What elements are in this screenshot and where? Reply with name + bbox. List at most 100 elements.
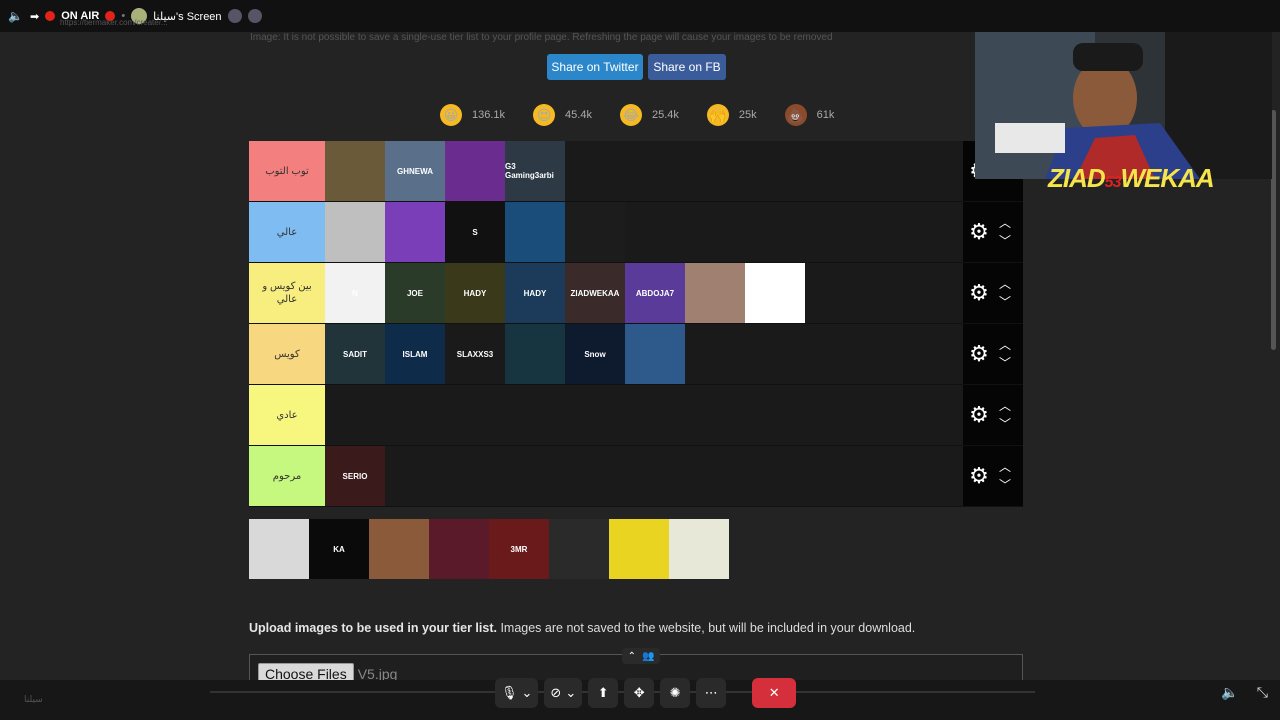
tier-label[interactable]: بين كويس و عالي: [249, 263, 325, 323]
tier-item-caption: N: [352, 288, 358, 298]
top-note: Image: It is not possible to save a sing…: [250, 32, 833, 43]
tier-items: GHNEWA G3 Gaming3arbi: [325, 141, 1023, 201]
gear-icon[interactable]: ⚙: [967, 220, 991, 244]
tier-item-image[interactable]: [325, 141, 385, 201]
activities-button[interactable]: ✥: [624, 678, 655, 708]
tier-item-image[interactable]: [565, 202, 625, 262]
tier-item-caption: ISLAM: [402, 349, 428, 359]
exit-fullscreen-icon[interactable]: ⤡: [1257, 684, 1268, 701]
reaction-0[interactable]: 😀 136.1k: [440, 104, 505, 126]
taskbar-label: سيلنا: [24, 694, 43, 704]
tier-item-image[interactable]: SLAXXS3: [445, 324, 505, 384]
tier-label[interactable]: عالي: [249, 202, 325, 262]
move-arrows: ︿﹀: [999, 461, 1011, 491]
reaction-4[interactable]: 💩 61k: [784, 104, 835, 126]
tier-items: SADIT ISLAM SLAXXS3 Snow: [325, 324, 1023, 384]
tier-item-image[interactable]: JOE: [385, 263, 445, 323]
tier-item-image[interactable]: [505, 202, 565, 262]
chevron-down-icon[interactable]: ﹀: [999, 296, 1011, 308]
chevron-down-icon[interactable]: ﹀: [999, 479, 1011, 491]
tier-item-image[interactable]: N: [325, 263, 385, 323]
chevron-down-icon[interactable]: ﹀: [999, 235, 1011, 247]
tier-item-image[interactable]: [249, 519, 309, 579]
tier-controls: ⚙︿﹀: [963, 263, 1023, 323]
tier-label[interactable]: مرحوم: [249, 446, 325, 506]
chevron-down-icon[interactable]: ﹀: [999, 418, 1011, 430]
tier-item-image[interactable]: [429, 519, 489, 579]
tier-item-image[interactable]: [325, 202, 385, 262]
volume-icon[interactable]: 🔈: [1221, 684, 1238, 701]
mic-button[interactable]: 🎙 ⌄: [495, 678, 539, 708]
reaction-count: 136.1k: [472, 109, 506, 121]
tier-item-caption: HADY: [523, 288, 547, 298]
more-button[interactable]: ⋯: [696, 678, 727, 708]
tier-item-image[interactable]: ZIADWEKAA: [565, 263, 625, 323]
chevron-up-icon[interactable]: ︿: [999, 217, 1011, 229]
expand-participants-button[interactable]: ⌃ 👥: [622, 648, 660, 664]
tier-item-image[interactable]: KA: [309, 519, 369, 579]
people-icon: 👥: [641, 650, 655, 662]
tier-item-image[interactable]: SERIO: [325, 446, 385, 506]
chevron-up-icon[interactable]: ︿: [999, 400, 1011, 412]
tier-label[interactable]: عادي: [249, 385, 325, 445]
tier-item-image[interactable]: GHNEWA: [385, 141, 445, 201]
tier-item-image[interactable]: [369, 519, 429, 579]
soundboard-button[interactable]: ✺: [660, 678, 691, 708]
camera-off-icon: ⊘: [550, 685, 562, 700]
share-facebook-button[interactable]: Share on FB: [648, 54, 726, 80]
chevron-down-icon[interactable]: ⌄: [522, 685, 533, 701]
tier-label[interactable]: كويس: [249, 324, 325, 384]
chevron-up-icon[interactable]: ︿: [999, 339, 1011, 351]
tier-item-image[interactable]: HADY: [445, 263, 505, 323]
unranked-pool: KA 3MR: [249, 519, 729, 579]
tier-controls: ⚙︿﹀: [963, 446, 1023, 506]
tier-item-image[interactable]: [505, 324, 565, 384]
tier-label[interactable]: توب التوب: [249, 141, 325, 201]
gear-icon[interactable]: ⚙: [967, 403, 991, 427]
tier-item-image[interactable]: [625, 324, 685, 384]
tier-item-image[interactable]: [385, 202, 445, 262]
tier-row: مرحوم SERIO ⚙ ︿ ﹀: [249, 446, 1023, 507]
tier-item-image[interactable]: HADY: [505, 263, 565, 323]
tier-item-image[interactable]: S: [445, 202, 505, 262]
tier-item-caption: JOE: [406, 288, 423, 298]
browser-url: https://tiermaker.com/create/...: [60, 18, 168, 27]
tier-item-image[interactable]: [549, 519, 609, 579]
tier-item-image[interactable]: Snow: [565, 324, 625, 384]
gear-icon[interactable]: ⚙: [967, 464, 991, 488]
share-screen-icon: ⬆: [597, 685, 609, 700]
reaction-1[interactable]: 😍 45.4k: [533, 104, 592, 126]
tier-item-image[interactable]: G3 Gaming3arbi: [505, 141, 565, 201]
tier-item-image[interactable]: [609, 519, 669, 579]
reaction-emoji-icon: 😀: [440, 104, 462, 126]
move-arrows: ︿﹀: [999, 339, 1011, 369]
chevron-up-icon[interactable]: ︿: [999, 461, 1011, 473]
webcam-overlay: [975, 13, 1272, 179]
chevron-down-icon[interactable]: ﹀: [999, 357, 1011, 369]
reaction-count: 25.4k: [651, 109, 679, 121]
tier-item-image[interactable]: 3MR: [489, 519, 549, 579]
tier-item-image[interactable]: [745, 263, 805, 323]
chevron-up-icon[interactable]: ︿: [999, 278, 1011, 290]
gear-icon[interactable]: ⚙: [967, 342, 991, 366]
share-screen-button[interactable]: ⬆: [588, 678, 619, 708]
tier-item-image[interactable]: [685, 263, 745, 323]
move-arrows: ︿﹀: [999, 278, 1011, 308]
tier-item-image[interactable]: ISLAM: [385, 324, 445, 384]
reaction-count: 61k: [816, 109, 835, 121]
tier-item-image[interactable]: SADIT: [325, 324, 385, 384]
leave-call-button[interactable]: ✕: [752, 678, 797, 708]
reaction-count: 45.4k: [565, 109, 592, 121]
reaction-3[interactable]: 🙌 25k: [706, 104, 757, 126]
tier-item-caption: ABDOJA7: [635, 288, 675, 298]
chevron-down-icon-2[interactable]: ⌄: [565, 685, 576, 701]
gear-icon[interactable]: ⚙: [967, 281, 991, 305]
tier-item-image[interactable]: ABDOJA7: [625, 263, 685, 323]
activities-icon: ✥: [633, 685, 645, 700]
leave-call-icon: ✕: [768, 685, 780, 700]
camera-button[interactable]: ⊘ ⌄: [544, 678, 583, 708]
reaction-2[interactable]: 😂 25.4k: [619, 104, 679, 126]
share-twitter-button[interactable]: Share on Twitter: [547, 54, 643, 80]
tier-item-image[interactable]: [445, 141, 505, 201]
tier-item-image[interactable]: [669, 519, 729, 579]
